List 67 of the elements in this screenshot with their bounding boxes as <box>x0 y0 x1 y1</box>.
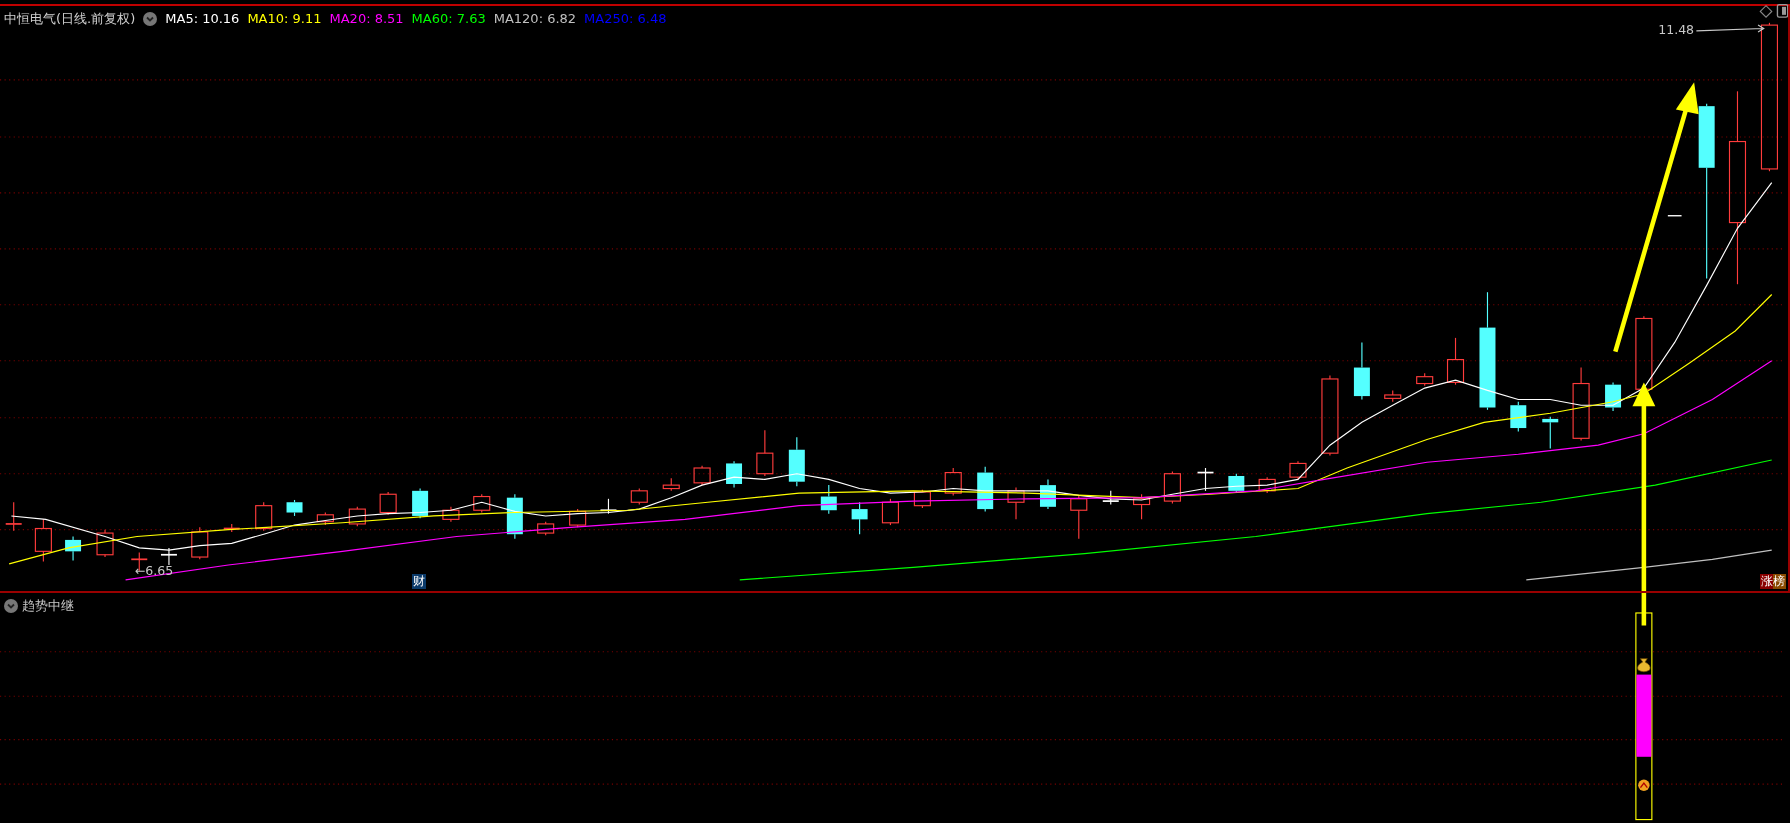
candlestick <box>286 499 303 517</box>
candlestick <box>788 436 805 487</box>
candlestick <box>316 511 334 526</box>
candlestick <box>379 491 397 516</box>
candlestick <box>1667 215 1683 217</box>
candlestick <box>34 518 52 563</box>
candlestick <box>160 547 178 566</box>
leader-line <box>1695 24 1765 33</box>
collapse-icon[interactable] <box>4 598 18 613</box>
candlestick <box>1384 389 1402 403</box>
moving-average-label: MA20: 8.51 <box>329 10 404 28</box>
candlestick <box>1258 476 1276 494</box>
candlestick <box>1289 460 1307 480</box>
candlestick <box>1133 493 1151 520</box>
money-bag-icon <box>1637 658 1651 673</box>
candlestick <box>881 498 899 526</box>
candlestick <box>96 529 114 558</box>
candlestick <box>348 506 366 527</box>
candlestick <box>1040 478 1056 510</box>
candlestick <box>1446 337 1465 386</box>
collapse-icon[interactable] <box>143 12 158 26</box>
candlestick <box>1542 416 1559 450</box>
candlestick <box>726 460 743 488</box>
candlestick <box>255 501 273 532</box>
diamond-icon[interactable] <box>1759 4 1773 18</box>
candlestick <box>1070 494 1088 540</box>
candlestick <box>630 488 648 506</box>
candlestick <box>977 466 994 512</box>
candlestick <box>412 488 429 519</box>
moving-average-label: MA250: 6.48 <box>584 10 667 28</box>
candlestick <box>693 465 711 486</box>
finance-marker[interactable]: 财 <box>412 574 426 589</box>
candlestick <box>944 467 962 496</box>
high-price-label: 11.48 <box>1658 22 1695 38</box>
moving-average-label: MA60: 7.63 <box>411 10 486 28</box>
candlestick <box>1007 486 1025 520</box>
candlestick <box>851 501 868 535</box>
moving-average-label: MA10: 9.11 <box>247 10 322 28</box>
moving-average-label: MA5: 10.16 <box>165 10 240 28</box>
candlestick <box>1101 490 1120 506</box>
candlestick <box>1228 473 1245 494</box>
moving-average-label: MA120: 6.82 <box>493 10 577 28</box>
candlestick <box>1196 467 1215 492</box>
candlestick <box>537 521 555 536</box>
candlestick <box>473 493 491 514</box>
candlestick <box>65 535 82 562</box>
candlestick <box>191 526 209 560</box>
candlestick <box>1510 401 1527 433</box>
candlestick <box>1163 470 1181 504</box>
indicator-title: 趋势中继 <box>22 597 74 615</box>
candlestick <box>4 501 23 532</box>
candlestick <box>756 429 774 477</box>
up-signal-icon <box>1638 779 1650 792</box>
candlestick <box>1416 372 1434 387</box>
low-price-label: ←6.65 <box>134 563 174 579</box>
candlestick <box>913 489 931 509</box>
panel-icon[interactable] <box>1776 3 1789 18</box>
candlestick <box>599 498 618 515</box>
candlestick <box>569 508 587 528</box>
candlestick <box>820 484 837 515</box>
limit-up-marker[interactable]: 涨榜 <box>1760 574 1786 589</box>
stock-title: 中恒电气(日线.前复权) <box>4 10 136 28</box>
candlestick <box>1353 341 1370 401</box>
candlestick <box>662 477 680 492</box>
candlestick <box>506 493 523 540</box>
candlestick <box>442 506 460 523</box>
candlestick <box>1605 381 1622 412</box>
